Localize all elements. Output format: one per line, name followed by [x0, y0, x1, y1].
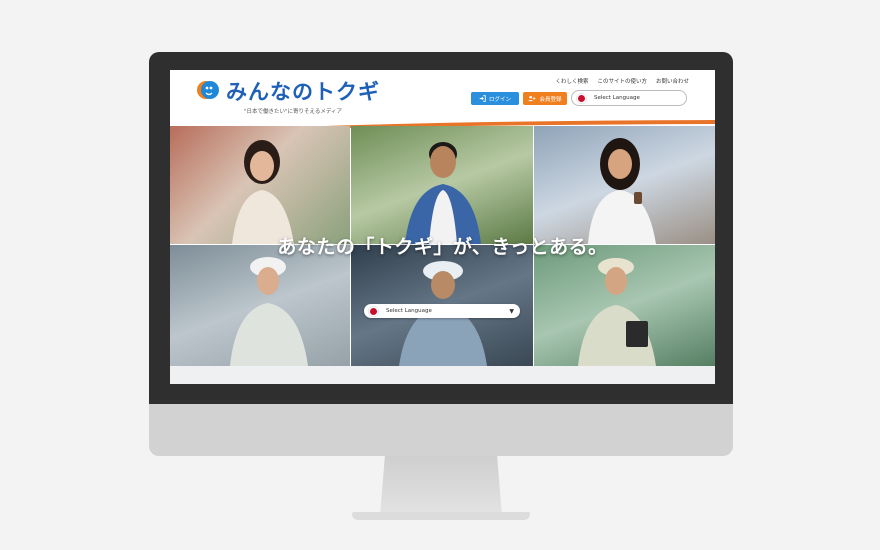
language-select-label: Select Language — [594, 95, 640, 101]
hero-photo-1 — [170, 126, 350, 244]
hero-photo-2 — [351, 126, 533, 244]
hero-headline: あなたの「トクギ」が、きっとある。 — [277, 236, 608, 258]
login-label: ログイン — [488, 96, 511, 103]
content-strip — [170, 366, 715, 384]
site-header: みんなのトクギ "日本で働きたい"に寄りそえるメディア くわしく検索 このサイト… — [170, 70, 715, 133]
top-link-search[interactable]: くわしく検索 — [555, 77, 588, 85]
monitor-stand — [380, 456, 502, 516]
logo-text[interactable]: みんなのトクギ — [226, 76, 380, 106]
screen: みんなのトクギ "日本で働きたい"に寄りそえるメディア くわしく検索 このサイト… — [170, 70, 715, 384]
register-label: 会員登録 — [539, 96, 562, 103]
login-button[interactable]: ログイン — [471, 92, 519, 105]
hero: あなたの「トクギ」が、きっとある。 Select Language ▼ — [170, 126, 715, 366]
hero-photo-4 — [170, 245, 350, 366]
login-icon — [479, 95, 486, 102]
logo-tagline: "日本で働きたい"に寄りそえるメディア — [244, 109, 343, 115]
language-select-header[interactable]: Select Language — [571, 90, 687, 106]
language-select-label: Select Language — [386, 308, 432, 314]
japan-flag-icon — [370, 307, 377, 315]
top-links: くわしく検索 このサイトの使い方 お問い合わせ — [555, 77, 689, 85]
dropdown-caret-icon: ▼ — [509, 307, 514, 315]
logo-icon — [197, 81, 219, 99]
top-link-howto[interactable]: このサイトの使い方 — [597, 77, 647, 85]
register-button[interactable]: 会員登録 — [523, 92, 567, 105]
japan-flag-icon — [578, 94, 585, 102]
language-select-hero[interactable]: Select Language ▼ — [364, 304, 520, 318]
hero-photo-6 — [534, 245, 715, 366]
monitor-stand-base — [352, 512, 530, 520]
hero-photo-3 — [534, 126, 715, 244]
monitor-chin — [149, 404, 733, 456]
user-add-icon — [528, 95, 536, 102]
top-link-contact[interactable]: お問い合わせ — [656, 77, 689, 85]
